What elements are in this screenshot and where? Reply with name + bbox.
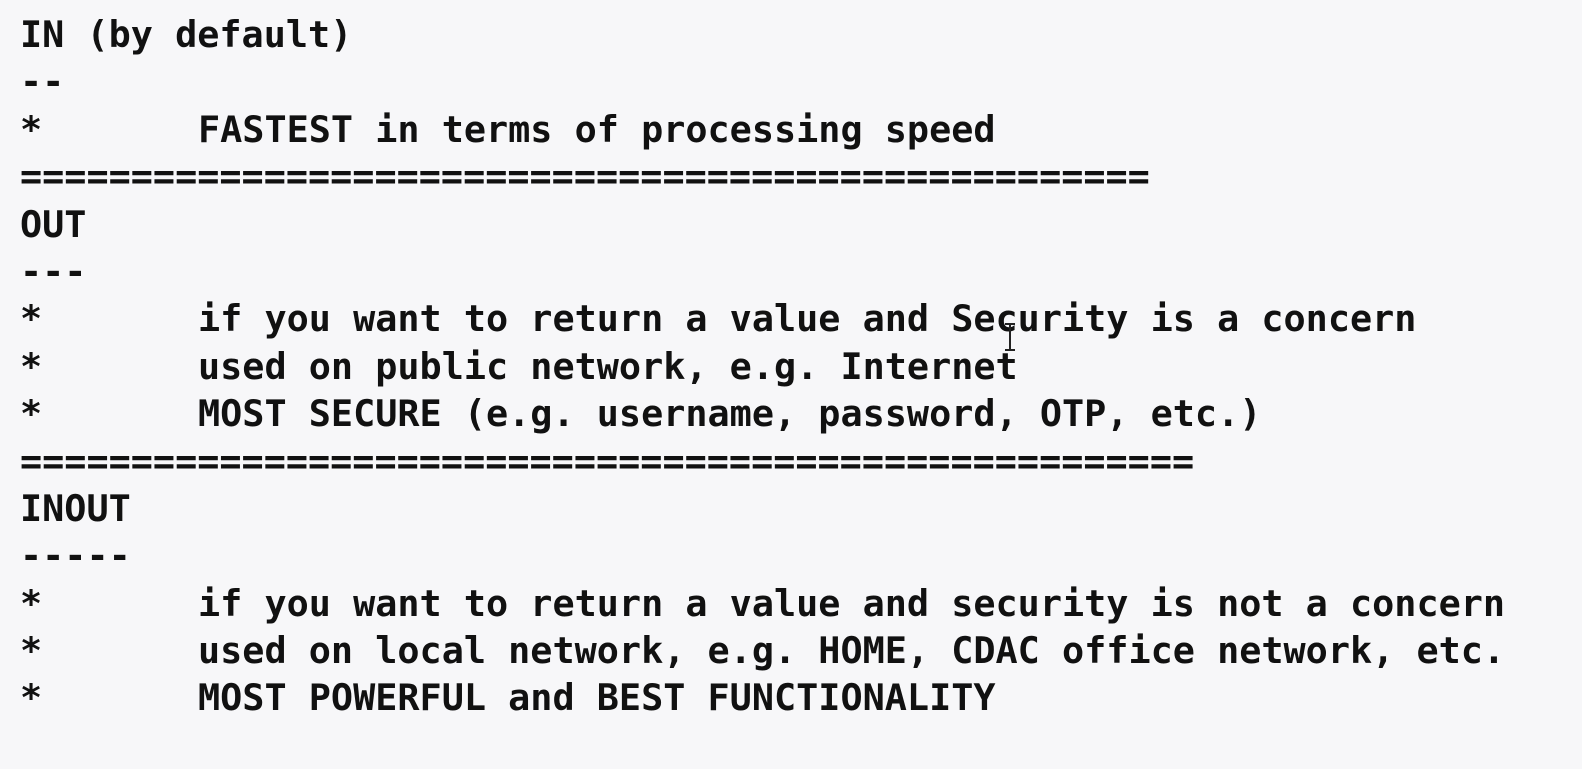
bullet-item: * used on public network, e.g. Internet (20, 343, 1582, 390)
bullet-marker: * (20, 392, 43, 436)
bullet-item: * FASTEST in terms of processing speed (20, 106, 1582, 153)
bullet-marker: * (20, 107, 43, 151)
bullet-text: if you want to return a value and securi… (198, 581, 1506, 625)
section-underline-in: -- (20, 60, 65, 104)
bullet-item: * if you want to return a value and secur… (20, 580, 1582, 627)
bullet-item: * MOST POWERFUL and BEST FUNCTIONALITY (20, 674, 1582, 721)
bullet-marker: * (20, 297, 43, 341)
bullet-marker: * (20, 581, 43, 625)
section-heading-inout: INOUT (20, 486, 131, 530)
separator-line: ========================================… (20, 155, 1150, 199)
bullet-item: * used on local network, e.g. HOME, CDAC … (20, 627, 1582, 674)
text-document[interactable]: IN (by default) -- * FASTEST in terms of … (20, 11, 1582, 769)
bullet-item: * if you want to return a value and Secur… (20, 295, 1582, 342)
bullet-marker: * (20, 629, 43, 673)
separator-line: ========================================… (20, 439, 1195, 483)
bullet-text: MOST SECURE (e.g. username, password, OT… (198, 392, 1262, 436)
bullet-marker: * (20, 344, 43, 388)
bullet-text: used on public network, e.g. Internet (198, 344, 1018, 388)
text-cursor-icon (1003, 322, 1017, 352)
bullet-text: FASTEST in terms of processing speed (198, 107, 996, 151)
bullet-item: * MOST SECURE (e.g. username, password, O… (20, 390, 1582, 437)
section-underline-out: --- (20, 249, 87, 293)
bullet-marker: * (20, 676, 43, 720)
bullet-text: used on local network, e.g. HOME, CDAC o… (198, 629, 1506, 673)
section-heading-in: IN (by default) (20, 13, 353, 56)
bullet-text: MOST POWERFUL and BEST FUNCTIONALITY (198, 676, 996, 720)
bullet-text: if you want to return a value and Securi… (198, 297, 1417, 341)
section-underline-inout: ----- (20, 534, 131, 578)
section-heading-out: OUT (20, 202, 87, 246)
